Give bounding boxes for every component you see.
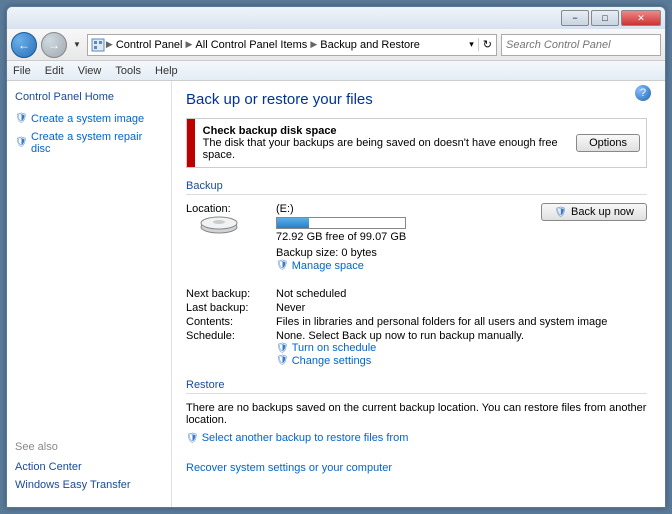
menu-help[interactable]: Help bbox=[155, 65, 178, 77]
link-label: Manage space bbox=[292, 260, 364, 272]
breadcrumb-separator-icon: ▶ bbox=[186, 39, 193, 50]
menu-view[interactable]: View bbox=[78, 65, 102, 77]
body: Control Panel Home 🛡 Create a system ima… bbox=[7, 81, 665, 507]
turn-on-schedule-link[interactable]: 🛡 Turn on schedule bbox=[276, 342, 376, 354]
breadcrumb-separator-icon: ▶ bbox=[310, 39, 317, 50]
forward-button[interactable]: → bbox=[41, 32, 67, 58]
contents-value: Files in libraries and personal folders … bbox=[276, 316, 647, 328]
schedule-label: Schedule: bbox=[186, 330, 276, 367]
menu-edit[interactable]: Edit bbox=[45, 65, 64, 77]
breadcrumb-segment[interactable]: All Control Panel Items bbox=[192, 39, 310, 51]
alert-heading: Check backup disk space bbox=[203, 125, 576, 137]
alert-panel: Check backup disk space The disk that yo… bbox=[186, 118, 647, 168]
menu-file[interactable]: File bbox=[13, 65, 31, 77]
breadcrumb-separator-icon: ▶ bbox=[106, 39, 113, 50]
select-another-backup-link[interactable]: 🛡 Select another backup to restore files… bbox=[186, 432, 408, 444]
minimize-button[interactable]: − bbox=[561, 10, 589, 26]
see-also-windows-easy-transfer[interactable]: Windows Easy Transfer bbox=[15, 479, 163, 491]
recover-system-settings-link[interactable]: Recover system settings or your computer bbox=[186, 462, 647, 474]
alert-stripe bbox=[187, 119, 195, 167]
shield-icon: 🛡 bbox=[276, 343, 289, 354]
maximize-button[interactable]: □ bbox=[591, 10, 619, 26]
schedule-value: None. Select Back up now to run backup m… bbox=[276, 330, 647, 342]
breadcrumb-segment[interactable]: Backup and Restore bbox=[317, 39, 423, 51]
drive-icon bbox=[198, 205, 240, 235]
window: − □ ✕ ← → ▼ ▶ Control Panel ▶ All Contro… bbox=[6, 6, 666, 508]
help-icon[interactable]: ? bbox=[635, 85, 651, 101]
menubar: File Edit View Tools Help bbox=[7, 61, 665, 81]
change-settings-link[interactable]: 🛡 Change settings bbox=[276, 355, 371, 367]
sidebar-link-label: Create a system repair disc bbox=[31, 131, 163, 155]
titlebar: − □ ✕ bbox=[7, 7, 665, 29]
options-button[interactable]: Options bbox=[576, 134, 640, 152]
last-backup-label: Last backup: bbox=[186, 302, 276, 314]
link-label: Turn on schedule bbox=[292, 342, 377, 354]
main-content: ? Back up or restore your files Check ba… bbox=[172, 81, 665, 507]
manage-space-link[interactable]: 🛡 Manage space bbox=[276, 260, 364, 272]
next-backup-value: Not scheduled bbox=[276, 288, 647, 300]
next-backup-label: Next backup: bbox=[186, 288, 276, 300]
menu-tools[interactable]: Tools bbox=[115, 65, 141, 77]
shield-icon: 🛡 bbox=[186, 433, 199, 444]
shield-icon: 🛡 bbox=[276, 355, 289, 366]
see-also-heading: See also bbox=[15, 441, 163, 453]
sidebar-link-label: Create a system image bbox=[31, 113, 144, 125]
backup-size: Backup size: 0 bytes bbox=[276, 247, 541, 259]
button-label: Back up now bbox=[571, 206, 634, 218]
sidebar-link-create-system-repair-disc[interactable]: 🛡 Create a system repair disc bbox=[15, 131, 163, 155]
sidebar-link-create-system-image[interactable]: 🛡 Create a system image bbox=[15, 113, 163, 125]
shield-icon: 🛡 bbox=[15, 113, 27, 125]
restore-text: There are no backups saved on the curren… bbox=[186, 402, 647, 426]
page-title: Back up or restore your files bbox=[186, 91, 647, 108]
address-dropdown-icon[interactable]: ▾ bbox=[465, 39, 478, 50]
search-box[interactable] bbox=[501, 34, 661, 56]
control-panel-icon bbox=[90, 37, 106, 53]
history-dropdown-icon[interactable]: ▼ bbox=[71, 40, 83, 49]
see-also-action-center[interactable]: Action Center bbox=[15, 461, 163, 473]
back-button[interactable]: ← bbox=[11, 32, 37, 58]
sidebar: Control Panel Home 🛡 Create a system ima… bbox=[7, 81, 172, 507]
back-up-now-button[interactable]: 🛡 Back up now bbox=[541, 203, 647, 221]
backup-section-title: Backup bbox=[186, 180, 647, 192]
restore-section-title: Restore bbox=[186, 379, 647, 391]
link-label: Change settings bbox=[292, 355, 372, 367]
alert-text: The disk that your backups are being sav… bbox=[203, 137, 558, 161]
contents-label: Contents: bbox=[186, 316, 276, 328]
disk-usage-bar bbox=[276, 217, 406, 229]
location-value: (E:) bbox=[276, 203, 541, 215]
shield-icon: 🛡 bbox=[15, 137, 27, 149]
shield-icon: 🛡 bbox=[276, 260, 289, 271]
breadcrumb-segment[interactable]: Control Panel bbox=[113, 39, 186, 51]
free-space: 72.92 GB free of 99.07 GB bbox=[276, 231, 541, 243]
address-bar[interactable]: ▶ Control Panel ▶ All Control Panel Item… bbox=[87, 34, 497, 56]
navbar: ← → ▼ ▶ Control Panel ▶ All Control Pane… bbox=[7, 29, 665, 61]
close-button[interactable]: ✕ bbox=[621, 10, 661, 26]
search-input[interactable] bbox=[502, 39, 660, 51]
shield-icon: 🛡 bbox=[554, 207, 567, 218]
last-backup-value: Never bbox=[276, 302, 647, 314]
refresh-button[interactable]: ↻ bbox=[478, 38, 496, 51]
control-panel-home-link[interactable]: Control Panel Home bbox=[15, 91, 163, 103]
link-label: Select another backup to restore files f… bbox=[202, 432, 409, 444]
